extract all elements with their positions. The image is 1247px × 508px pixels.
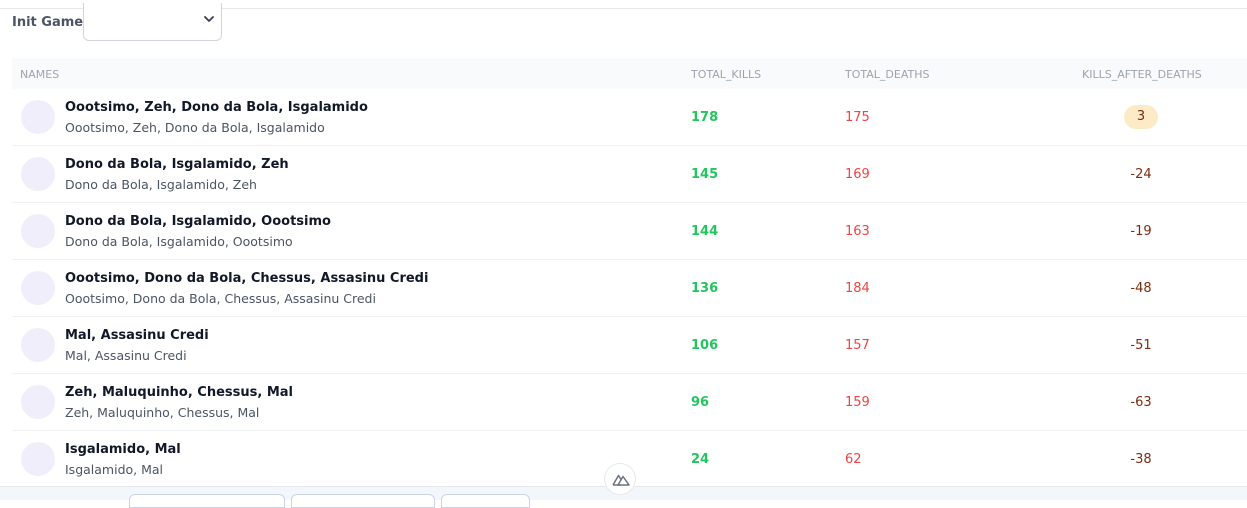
row-subtitle: Zeh, Maluquinho, Chessus, Mal xyxy=(65,405,260,420)
row-title: Zeh, Maluquinho, Chessus, Mal xyxy=(65,385,294,400)
row-subtitle: Dono da Bola, Isgalamido, Zeh xyxy=(65,177,257,192)
row-subtitle: Oootsimo, Dono da Bola, Chessus, Assasin… xyxy=(65,291,376,306)
total-deaths-value: 169 xyxy=(845,167,870,182)
table-row[interactable]: Dono da Bola, Isgalamido, Zeh Dono da Bo… xyxy=(12,146,1247,203)
kills-after-deaths-value: -51 xyxy=(1130,338,1152,353)
row-subtitle: Mal, Assasinu Credi xyxy=(65,348,187,363)
row-title: Dono da Bola, Isgalamido, Oootsimo xyxy=(65,214,331,229)
init-game-select[interactable] xyxy=(83,3,223,41)
header-names[interactable]: NAMES xyxy=(20,68,59,81)
total-deaths-value: 157 xyxy=(845,338,870,353)
nuxt-logo-icon xyxy=(612,474,630,486)
nuxt-devtools-button[interactable] xyxy=(604,463,636,495)
kills-after-deaths-value: -38 xyxy=(1130,452,1152,467)
total-kills-value: 144 xyxy=(691,224,719,239)
row-title: Dono da Bola, Isgalamido, Zeh xyxy=(65,157,289,172)
table-row[interactable]: Mal, Assasinu Credi Mal, Assasinu Credi … xyxy=(12,317,1247,374)
total-deaths-value: 184 xyxy=(845,281,870,296)
kills-after-deaths-value: -48 xyxy=(1130,281,1152,296)
avatar xyxy=(21,442,55,476)
header-total-deaths[interactable]: TOTAL_DEATHS xyxy=(845,68,929,81)
kills-after-deaths-value: -24 xyxy=(1130,167,1152,182)
row-title: Oootsimo, Dono da Bola, Chessus, Assasin… xyxy=(65,271,429,286)
header-total-kills[interactable]: TOTAL_KILLS xyxy=(691,68,761,81)
total-deaths-value: 159 xyxy=(845,395,870,410)
kills-after-deaths-value: -19 xyxy=(1130,224,1152,239)
pagination-control[interactable] xyxy=(291,494,435,508)
kills-after-deaths-value: -63 xyxy=(1130,395,1152,410)
row-title: Oootsimo, Zeh, Dono da Bola, Isgalamido xyxy=(65,100,368,115)
header-kills-after-deaths[interactable]: KILLS_AFTER_DEATHS xyxy=(1082,68,1202,81)
pagination-control[interactable] xyxy=(129,494,285,508)
chevron-down-icon xyxy=(204,16,214,22)
avatar xyxy=(21,100,55,134)
total-deaths-value: 163 xyxy=(845,224,870,239)
avatar xyxy=(21,385,55,419)
row-subtitle: Oootsimo, Zeh, Dono da Bola, Isgalamido xyxy=(65,120,325,135)
table-row[interactable]: Zeh, Maluquinho, Chessus, Mal Zeh, Maluq… xyxy=(12,374,1247,431)
pagination-control[interactable] xyxy=(441,494,530,508)
avatar xyxy=(21,214,55,248)
row-title: Mal, Assasinu Credi xyxy=(65,328,209,343)
total-kills-value: 145 xyxy=(691,167,719,182)
total-kills-value: 178 xyxy=(691,110,719,125)
table-row[interactable]: Oootsimo, Dono da Bola, Chessus, Assasin… xyxy=(12,260,1247,317)
table-header: NAMES TOTAL_KILLS TOTAL_DEATHS KILLS_AFT… xyxy=(12,58,1247,89)
avatar xyxy=(21,157,55,191)
kills-after-deaths-badge: 3 xyxy=(1124,105,1158,129)
row-subtitle: Dono da Bola, Isgalamido, Oootsimo xyxy=(65,234,293,249)
avatar xyxy=(21,271,55,305)
row-subtitle: Isgalamido, Mal xyxy=(65,462,164,477)
avatar xyxy=(21,328,55,362)
table-row[interactable]: Oootsimo, Zeh, Dono da Bola, Isgalamido … xyxy=(12,89,1247,146)
init-game-filter: Init Game xyxy=(12,2,223,42)
total-kills-value: 106 xyxy=(691,338,719,353)
init-game-label: Init Game xyxy=(12,14,84,30)
table-row[interactable]: Dono da Bola, Isgalamido, Oootsimo Dono … xyxy=(12,203,1247,260)
row-title: Isgalamido, Mal xyxy=(65,442,181,457)
total-deaths-value: 175 xyxy=(845,110,870,125)
players-table: NAMES TOTAL_KILLS TOTAL_DEATHS KILLS_AFT… xyxy=(12,58,1247,488)
total-deaths-value: 62 xyxy=(845,452,862,467)
total-kills-value: 96 xyxy=(691,395,710,410)
total-kills-value: 136 xyxy=(691,281,719,296)
total-kills-value: 24 xyxy=(691,452,710,467)
